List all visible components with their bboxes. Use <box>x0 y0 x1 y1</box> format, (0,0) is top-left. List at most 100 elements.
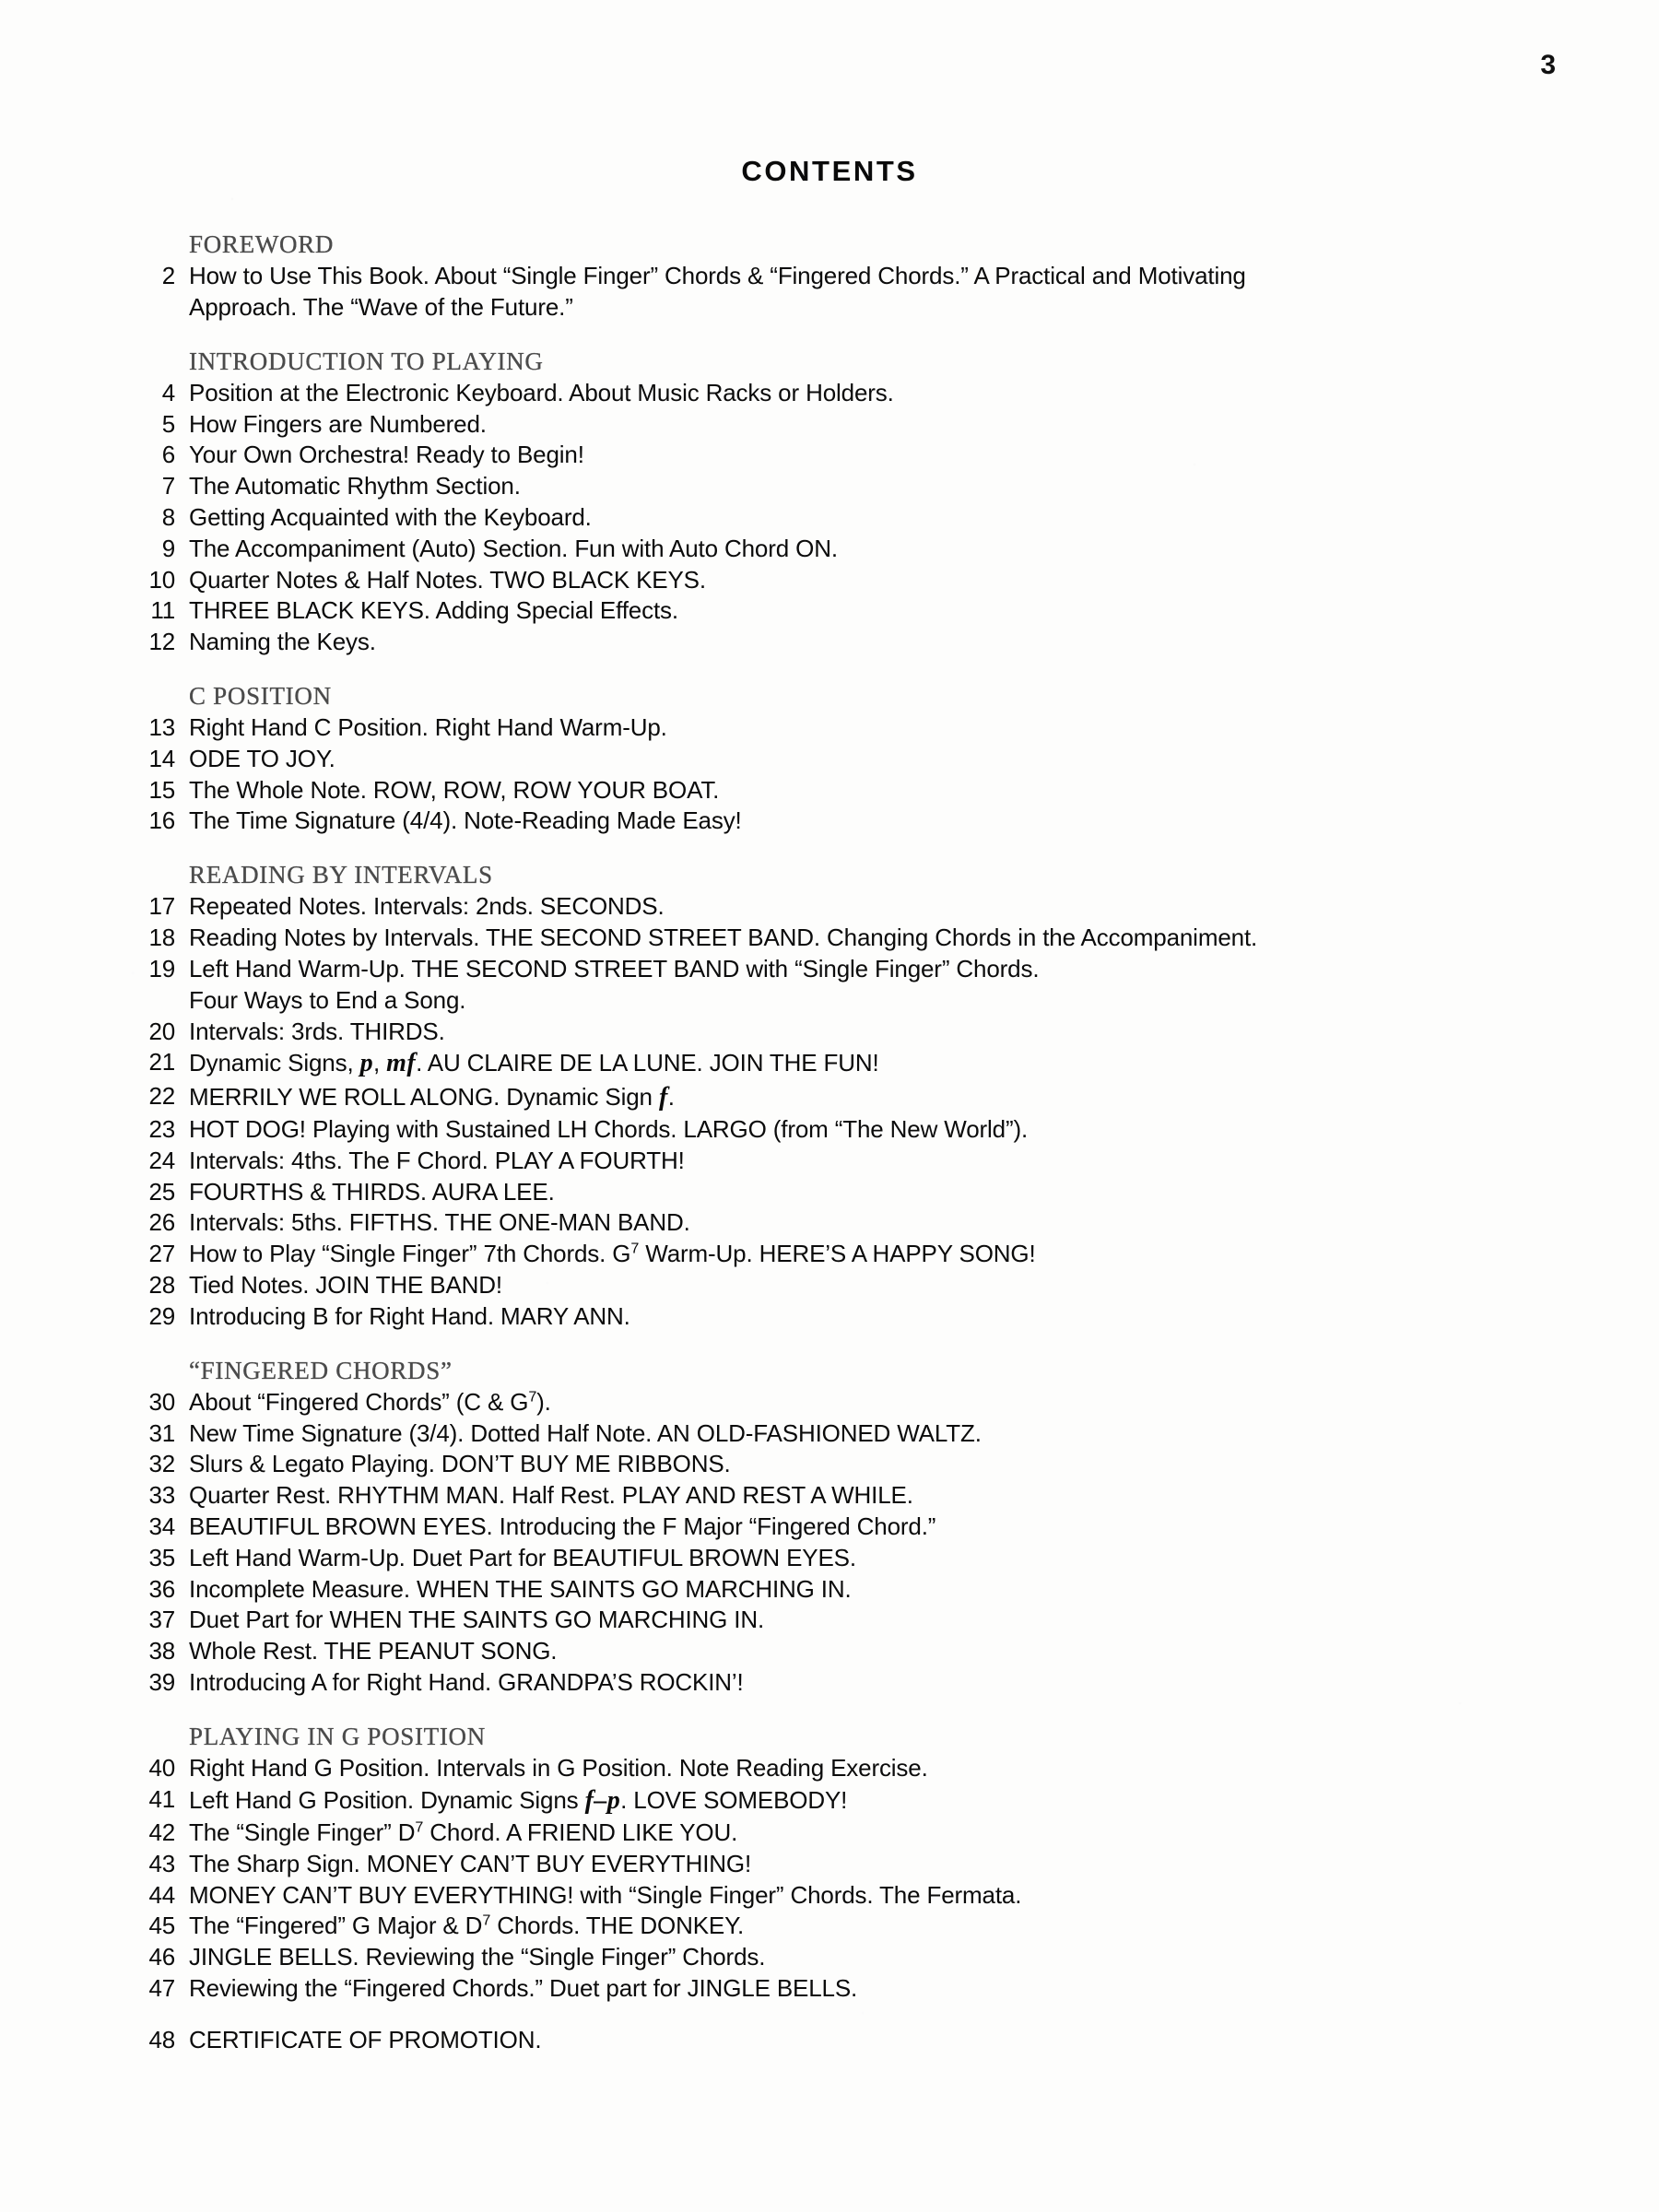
toc-entry-page-number: 36 <box>148 1574 175 1603</box>
toc-entry-title: MONEY CAN’T BUY EVERYTHING! with “Single… <box>189 1880 1022 1909</box>
toc-entry[interactable]: 9 The Accompaniment (Auto) Section. Fun w… <box>0 534 1659 565</box>
toc-entry[interactable]: 38 Whole Rest. THE PEANUT SONG. <box>0 1636 1659 1667</box>
toc-entry[interactable]: 39 Introducing A for Right Hand. GRANDPA’… <box>0 1667 1659 1699</box>
toc-entry-page-number: 15 <box>148 775 175 804</box>
toc-entry-page-number: 10 <box>148 565 175 594</box>
toc-entry-page-number: 14 <box>148 744 175 772</box>
toc-entry[interactable]: 14 ODE TO JOY. <box>0 744 1659 775</box>
page-number: 3 <box>1540 50 1556 80</box>
toc-entry[interactable]: 15 The Whole Note. ROW, ROW, ROW YOUR BOA… <box>0 775 1659 806</box>
toc-entry[interactable]: 45 The “Fingered” G Major & D7 Chords. TH… <box>0 1911 1659 1942</box>
toc-entry[interactable]: 33 Quarter Rest. RHYTHM MAN. Half Rest. P… <box>0 1480 1659 1512</box>
toc-entry[interactable]: 10 Quarter Notes & Half Notes. TWO BLACK … <box>0 565 1659 596</box>
toc-entry[interactable]: 42 The “Single Finger” D7 Chord. A FRIEND… <box>0 1818 1659 1849</box>
toc-entry-page-number: 26 <box>148 1208 175 1237</box>
toc-entry-page-number: 9 <box>161 534 175 562</box>
toc-entry[interactable]: 40 Right Hand G Position. Intervals in G … <box>0 1753 1659 1784</box>
section-heading: PLAYING IN G POSITION <box>189 1722 486 1750</box>
toc-entry-title: Left Hand G Position. Dynamic Signs f–p.… <box>189 1785 848 1815</box>
toc-entry[interactable]: 27 How to Play “Single Finger” 7th Chords… <box>0 1239 1659 1270</box>
toc-entry-title: The Accompaniment (Auto) Section. Fun wi… <box>189 534 838 562</box>
toc-entry-title: THREE BLACK KEYS. Adding Special Effects… <box>189 596 678 625</box>
toc-entry[interactable]: 34 BEAUTIFUL BROWN EYES. Introducing the … <box>0 1512 1659 1543</box>
toc-entry[interactable]: 7 The Automatic Rhythm Section. <box>0 471 1659 502</box>
toc-entry-title: Right Hand C Position. Right Hand Warm-U… <box>189 713 667 742</box>
toc-entry[interactable]: 41 Left Hand G Position. Dynamic Signs f–… <box>0 1784 1659 1818</box>
toc-entry[interactable]: 12 Naming the Keys. <box>0 627 1659 658</box>
toc-entry[interactable]: 19 Left Hand Warm-Up. THE SECOND STREET B… <box>0 954 1659 1017</box>
toc-entry-title: CERTIFICATE OF PROMOTION. <box>189 2025 542 2053</box>
page-title: CONTENTS <box>741 155 918 187</box>
toc-entry[interactable]: 22 MERRILY WE ROLL ALONG. Dynamic Sign f. <box>0 1081 1659 1114</box>
toc-entry[interactable]: 46 JINGLE BELLS. Reviewing the “Single Fi… <box>0 1942 1659 1973</box>
toc-entry[interactable]: 2 How to Use This Book. About “Single Fin… <box>0 261 1659 324</box>
toc-entry[interactable]: 18 Reading Notes by Intervals. THE SECOND… <box>0 923 1659 954</box>
toc-entry[interactable]: 13 Right Hand C Position. Right Hand Warm… <box>0 712 1659 744</box>
toc-entry[interactable]: 11 THREE BLACK KEYS. Adding Special Effec… <box>0 595 1659 627</box>
toc-entry-title: The Time Signature (4/4). Note-Reading M… <box>189 806 742 835</box>
toc-entry-page-number: 11 <box>150 596 175 625</box>
toc-entry[interactable]: 20 Intervals: 3rds. THIRDS. <box>0 1017 1659 1048</box>
toc-entry-page-number: 6 <box>161 441 175 469</box>
toc-entry-title-continuation: Approach. The “Wave of the Future.” <box>189 292 573 321</box>
toc-entry-page-number: 45 <box>148 1912 175 1940</box>
toc-entry[interactable]: 16 The Time Signature (4/4). Note-Reading… <box>0 806 1659 837</box>
toc-entry[interactable]: 17 Repeated Notes. Intervals: 2nds. SECON… <box>0 891 1659 923</box>
toc-entry[interactable]: 6 Your Own Orchestra! Ready to Begin! <box>0 440 1659 471</box>
toc-entry-title: Intervals: 3rds. THIRDS. <box>189 1017 445 1045</box>
toc-entry-page-number: 4 <box>161 378 175 406</box>
toc-entry-page-number: 31 <box>148 1418 175 1447</box>
toc-entry-page-number: 48 <box>148 2025 175 2053</box>
toc-entry[interactable]: 44 MONEY CAN’T BUY EVERYTHING! with “Sing… <box>0 1880 1659 1912</box>
toc-entry-page-number: 39 <box>148 1667 175 1696</box>
toc-entry[interactable]: 4 Position at the Electronic Keyboard. Ab… <box>0 378 1659 409</box>
toc-entry[interactable]: 26 Intervals: 5ths. FIFTHS. THE ONE-MAN B… <box>0 1207 1659 1239</box>
toc-entry-page-number: 21 <box>148 1048 175 1077</box>
toc-entry[interactable]: 31 New Time Signature (3/4). Dotted Half … <box>0 1418 1659 1450</box>
toc-entry-page-number: 32 <box>148 1450 175 1478</box>
section-heading: READING BY INTERVALS <box>189 861 493 889</box>
toc-entry-page-number: 8 <box>161 502 175 531</box>
toc-entry-title: Tied Notes. JOIN THE BAND! <box>189 1271 502 1300</box>
toc-entry[interactable]: 35 Left Hand Warm-Up. Duet Part for BEAUT… <box>0 1543 1659 1574</box>
toc-entry[interactable]: 30 About “Fingered Chords” (C & G7). <box>0 1387 1659 1418</box>
toc-entry-page-number: 37 <box>148 1606 175 1634</box>
toc-entry-title: JINGLE BELLS. Reviewing the “Single Fing… <box>189 1943 766 1971</box>
toc-entry-page-number: 40 <box>148 1753 175 1782</box>
toc-entry[interactable]: 23 HOT DOG! Playing with Sustained LH Cho… <box>0 1114 1659 1146</box>
toc-entry-title: About “Fingered Chords” (C & G7). <box>189 1387 551 1416</box>
toc-entry[interactable]: 25 FOURTHS & THIRDS. AURA LEE. <box>0 1177 1659 1208</box>
toc-entry-title: New Time Signature (3/4). Dotted Half No… <box>189 1418 982 1447</box>
toc-entry-title: Naming the Keys. <box>189 628 376 656</box>
toc-entry[interactable]: 48 CERTIFICATE OF PROMOTION. <box>0 2025 1659 2056</box>
toc-entry-title: How Fingers are Numbered. <box>189 409 487 438</box>
toc-entry-title: Intervals: 5ths. FIFTHS. THE ONE-MAN BAN… <box>189 1208 690 1237</box>
toc-entry-title: How to Use This Book. About “Single Fing… <box>175 261 1659 324</box>
toc-entry[interactable]: 47 Reviewing the “Fingered Chords.” Duet … <box>0 1973 1659 2005</box>
toc-entry-title: Slurs & Legato Playing. DON’T BUY ME RIB… <box>189 1450 731 1478</box>
toc-entry[interactable]: 28 Tied Notes. JOIN THE BAND! <box>0 1270 1659 1301</box>
section-heading: C POSITION <box>189 681 332 710</box>
toc-entry-title: Repeated Notes. Intervals: 2nds. SECONDS… <box>189 892 665 921</box>
toc-entry-page-number: 28 <box>148 1271 175 1300</box>
toc-entry-page-number: 46 <box>148 1943 175 1971</box>
toc-entry-title: Getting Acquainted with the Keyboard. <box>189 502 592 531</box>
toc-entry-page-number: 30 <box>148 1387 175 1416</box>
toc-entry[interactable]: 21 Dynamic Signs, p, mf. AU CLAIRE DE LA … <box>0 1047 1659 1080</box>
toc-entry[interactable]: 5 How Fingers are Numbered. <box>0 409 1659 441</box>
toc-entry[interactable]: 29 Introducing B for Right Hand. MARY ANN… <box>0 1301 1659 1333</box>
toc-entry[interactable]: 32 Slurs & Legato Playing. DON’T BUY ME R… <box>0 1449 1659 1480</box>
toc-entry[interactable]: 24 Intervals: 4ths. The F Chord. PLAY A F… <box>0 1146 1659 1177</box>
toc-entry[interactable]: 8 Getting Acquainted with the Keyboard. <box>0 502 1659 534</box>
toc-entry-title: Your Own Orchestra! Ready to Begin! <box>189 441 584 469</box>
toc-entry[interactable]: 37 Duet Part for WHEN THE SAINTS GO MARCH… <box>0 1605 1659 1636</box>
toc-entry-title: Right Hand G Position. Intervals in G Po… <box>189 1753 928 1782</box>
toc-entry-title: Left Hand Warm-Up. Duet Part for BEAUTIF… <box>189 1543 856 1571</box>
toc-entry[interactable]: 36 Incomplete Measure. WHEN THE SAINTS GO… <box>0 1574 1659 1606</box>
table-of-contents: FOREWORD 2 How to Use This Book. About “Si… <box>0 229 1659 2056</box>
toc-entry[interactable]: 43 The Sharp Sign. MONEY CAN’T BUY EVERYT… <box>0 1849 1659 1880</box>
toc-entry-title: Position at the Electronic Keyboard. Abo… <box>189 378 894 406</box>
toc-entry-title: BEAUTIFUL BROWN EYES. Introducing the F … <box>189 1512 936 1540</box>
toc-entry-page-number: 2 <box>161 262 175 290</box>
toc-entry-title: ODE TO JOY. <box>189 744 335 772</box>
